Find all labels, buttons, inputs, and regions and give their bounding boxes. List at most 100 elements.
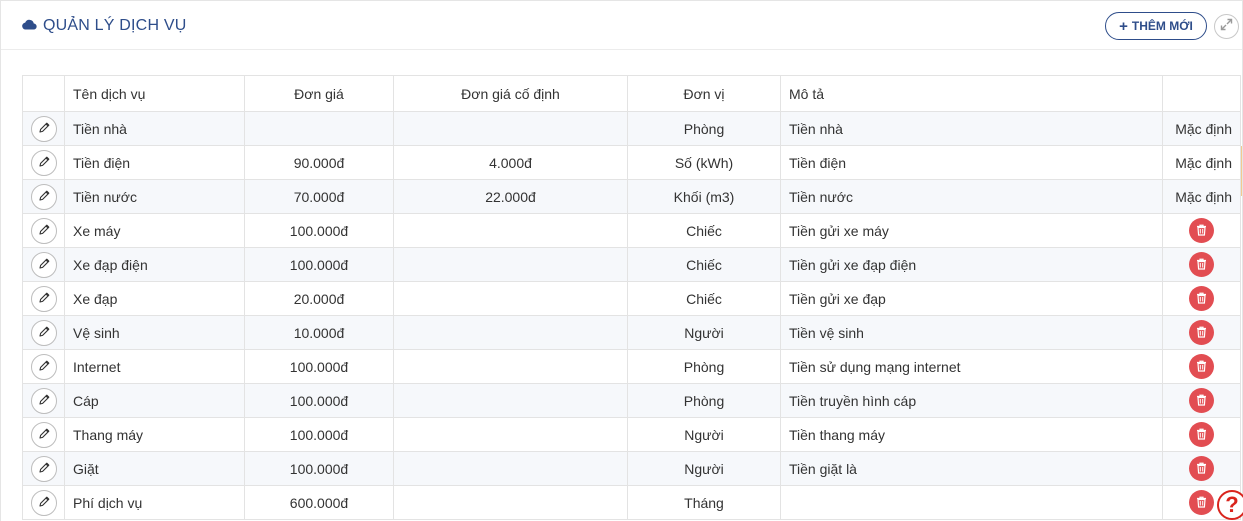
delete-button[interactable] [1189,422,1214,447]
edit-cell [22,451,65,486]
service-price: 100.000đ [244,383,394,418]
column-header-price: Đơn giá [244,75,394,112]
service-name: Internet [64,349,245,384]
edit-button[interactable] [31,387,57,414]
pencil-icon [38,291,51,307]
panel-header: QUẢN LÝ DỊCH VỤ + THÊM MỚI [1,1,1242,50]
service-fixed-price: 22.000đ [393,179,628,214]
delete-button[interactable] [1189,490,1214,515]
service-fixed-price [393,349,628,384]
help-label: ? [1225,492,1239,517]
pencil-icon [38,189,51,205]
edit-button[interactable] [31,251,57,278]
edit-cell [22,213,65,248]
delete-button[interactable] [1189,286,1214,311]
edit-cell [22,247,65,282]
delete-cell [1162,281,1241,316]
service-unit: Khối (m3) [627,179,781,214]
table-row: Giặt 100.000đ Người Tiền giặt là [22,451,1241,486]
service-unit: Phòng [627,111,781,146]
service-price: 90.000đ [244,145,394,180]
delete-cell [1162,247,1241,282]
delete-button[interactable] [1189,218,1214,243]
trash-icon [1196,427,1207,443]
edit-cell [22,145,65,180]
service-management-panel: QUẢN LÝ DỊCH VỤ + THÊM MỚI Tên dịch vụ Đ… [0,0,1243,521]
delete-cell [1162,349,1241,384]
service-description: Tiền nước [780,179,1163,214]
edit-button[interactable] [31,353,57,380]
service-description: Tiền thang máy [780,417,1163,452]
service-description [780,485,1163,520]
service-price: 600.000đ [244,485,394,520]
edit-button[interactable] [31,149,57,176]
service-unit: Người [627,315,781,350]
service-name: Tiền điện [64,145,245,180]
edit-button[interactable] [31,319,57,346]
service-unit: Chiếc [627,247,781,282]
expand-button[interactable] [1214,14,1239,39]
service-unit: Người [627,417,781,452]
edit-button[interactable] [31,489,57,516]
service-unit: Chiếc [627,213,781,248]
edit-cell [22,281,65,316]
table-row: Tiền nước 70.000đ 22.000đ Khối (m3) Tiền nướ… [22,179,1241,214]
add-new-button[interactable]: + THÊM MỚI [1105,12,1207,40]
service-name: Phí dịch vụ [64,485,245,520]
service-description: Tiền điện [780,145,1163,180]
service-unit: Chiếc [627,281,781,316]
edit-button[interactable] [31,217,57,244]
cloud-icon [21,17,43,35]
table-row: Phí dịch vụ 600.000đ Tháng [22,485,1241,520]
edit-button[interactable] [31,115,57,142]
service-price: 100.000đ [244,349,394,384]
service-description: Tiền gửi xe đạp [780,281,1163,316]
table-row: Thang máy 100.000đ Người Tiền thang máy [22,417,1241,452]
pencil-icon [38,155,51,171]
service-price: 100.000đ [244,417,394,452]
column-header-action [22,75,65,112]
delete-button[interactable] [1189,252,1214,277]
edit-cell [22,349,65,384]
service-name: Tiền nhà [64,111,245,146]
trash-icon [1196,359,1207,375]
edit-button[interactable] [31,455,57,482]
service-fixed-price: 4.000đ [393,145,628,180]
service-description: Tiền gửi xe đạp điện [780,247,1163,282]
service-fixed-price [393,315,628,350]
delete-button[interactable] [1189,320,1214,345]
table-row: Cáp 100.000đ Phòng Tiền truyền hình cáp [22,383,1241,418]
edit-button[interactable] [31,285,57,312]
pencil-icon [38,325,51,341]
delete-button[interactable] [1189,388,1214,413]
service-fixed-price [393,451,628,486]
help-icon[interactable]: ? [1217,490,1243,520]
table-row: Vệ sinh 10.000đ Người Tiền vệ sinh [22,315,1241,350]
service-unit: Số (kWh) [627,145,781,180]
edit-button[interactable] [31,421,57,448]
service-fixed-price [393,485,628,520]
service-price: 70.000đ [244,179,394,214]
delete-button[interactable] [1189,354,1214,379]
table-row: Tiền điện 90.000đ 4.000đ Số (kWh) Tiền điện M… [22,145,1241,180]
column-header-description: Mô tả [780,75,1163,112]
expand-icon [1220,18,1233,36]
service-description: Tiền gửi xe máy [780,213,1163,248]
service-name: Tiền nước [64,179,245,214]
service-name: Vệ sinh [64,315,245,350]
service-fixed-price [393,383,628,418]
table-row: Xe đạp 20.000đ Chiếc Tiền gửi xe đạp [22,281,1241,316]
delete-button[interactable] [1189,456,1214,481]
column-header-name: Tên dịch vụ [64,75,245,112]
edit-button[interactable] [31,183,57,210]
delete-cell [1162,213,1241,248]
services-table: Tên dịch vụ Đơn giá Đơn giá cố định Đơn … [22,75,1241,520]
service-price: 10.000đ [244,315,394,350]
table-row: Xe máy 100.000đ Chiếc Tiền gửi xe máy [22,213,1241,248]
table-header-row: Tên dịch vụ Đơn giá Đơn giá cố định Đơn … [22,75,1241,112]
pencil-icon [38,495,51,511]
table-row: Internet 100.000đ Phòng Tiền sử dụng mạng i… [22,349,1241,384]
service-name: Cáp [64,383,245,418]
service-name: Xe máy [64,213,245,248]
pencil-icon [38,121,51,137]
